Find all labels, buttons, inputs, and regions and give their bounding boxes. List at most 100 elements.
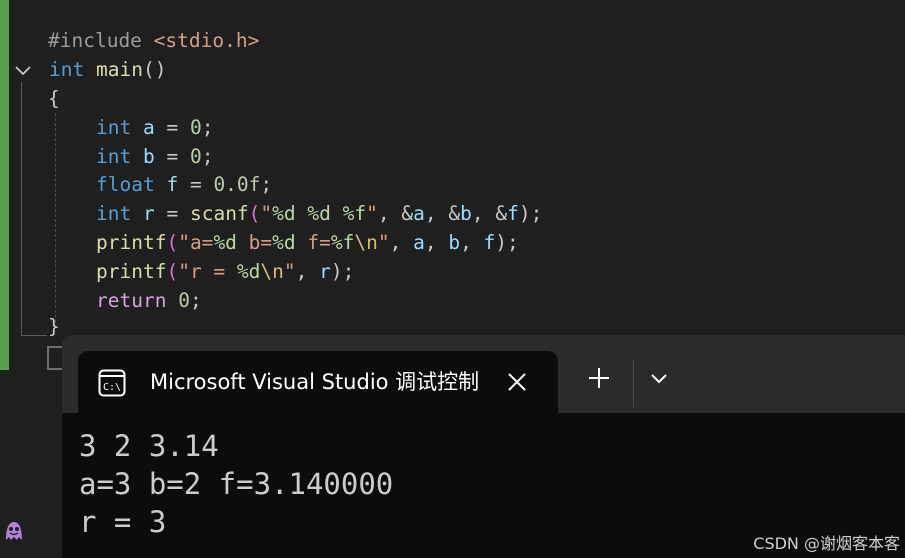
watermark: CSDN @谢烟客本客 [753,534,900,553]
paren: ( [166,231,179,254]
string-text [296,202,308,225]
variable: f [507,202,519,225]
include-header: <stdio.h> [153,29,260,52]
number-literal: 0 [178,289,190,312]
function-name: printf [96,260,167,283]
escape-sequence: \n [260,260,284,283]
close-icon[interactable] [506,371,528,393]
variable: r [142,202,155,225]
keyword: int [96,145,132,168]
semicolon: ; [201,116,214,139]
ghost-bot-icon[interactable] [0,514,28,546]
code-line-8: printf("a=%d b=%d f=%f\n", a, b, f); [96,228,519,257]
format-spec: %d [307,202,331,225]
operator: = [154,145,190,168]
code-line-3: { [48,84,60,113]
string-quote: " [366,202,378,225]
number-literal: 0 [189,116,202,139]
punctuation: , [389,231,414,254]
escape-sequence: \n [354,231,378,254]
variable: a [413,202,425,225]
format-spec: %d [236,260,261,283]
punctuation: ); [495,231,519,254]
string-text: b= [236,231,273,254]
punctuation: , [424,231,449,254]
operator: = [178,173,214,196]
semicolon: ; [201,145,214,168]
keyword: float [96,173,155,196]
tab-title: Microsoft Visual Studio 调试控制台 [150,370,480,394]
tab-debug-console[interactable]: C:\ Microsoft Visual Studio 调试控制台 [78,351,558,413]
debug-console-window[interactable]: C:\ Microsoft Visual Studio 调试控制台 3 2 3.… [62,335,905,558]
code-line-9: printf("r = %d\n", r); [96,257,354,286]
keyword: int [49,58,85,81]
preprocessor-directive: #include [48,29,154,52]
change-indicator-bar [0,0,9,370]
variable: a [413,231,425,254]
variable: b [448,231,461,254]
function-name: main [95,58,143,81]
punctuation: , & [377,202,414,225]
operator: = [154,202,190,225]
code-line-1: #include <stdio.h> [48,26,259,55]
punctuation: () [142,58,167,81]
punctuation: , [460,231,484,254]
fold-region-line [21,82,22,335]
format-spec: %f [342,202,367,225]
code-line-5: int b = 0; [96,142,213,171]
close-brace: } [48,315,60,338]
format-spec: %d [213,231,237,254]
punctuation: , [295,260,320,283]
svg-text:C:\: C:\ [103,382,121,393]
string-quote: " [260,202,273,225]
code-line-7: int r = scanf("%d %d %f", &a, &b, &f); [96,199,542,228]
format-spec: %d [272,202,296,225]
variable: b [460,202,472,225]
console-line-1: 3 2 3.14 [79,429,219,463]
function-name: scanf [189,202,249,225]
tab-separator [633,359,634,407]
punctuation: ); [330,260,355,283]
console-line-2: a=3 b=2 f=3.140000 [79,467,394,501]
string-text: "a= [178,231,214,254]
string-quote: " [377,231,390,254]
tab-strip: C:\ Microsoft Visual Studio 调试控制台 [62,335,905,413]
code-line-6: float f = 0.0f; [96,170,272,199]
variable: a [142,116,155,139]
format-spec: %f [330,231,355,254]
chevron-down-icon[interactable] [650,373,668,385]
function-name: printf [96,231,167,254]
keyword: return [96,289,167,312]
variable: b [142,145,155,168]
code-line-11: } [48,312,60,341]
plus-icon[interactable] [588,367,610,389]
string-text: f= [295,231,331,254]
code-line-2: int main() [49,55,166,84]
fold-region-end [21,335,47,336]
number-literal: 0 [189,145,202,168]
variable: f [166,173,179,196]
punctuation: , & [424,202,461,225]
variable: f [483,231,496,254]
punctuation: , & [471,202,508,225]
keyword: int [96,116,132,139]
variable: r [319,260,331,283]
semicolon: ; [260,173,273,196]
string-text: "r = [178,260,237,283]
string-text [331,202,343,225]
code-fragment-glyph [47,346,63,370]
indent-guide [55,113,56,328]
punctuation: ); [518,202,543,225]
code-line-4: int a = 0; [96,113,213,142]
chevron-down-icon[interactable] [13,60,33,80]
paren: ( [166,260,179,283]
string-quote: " [283,260,296,283]
open-brace: { [48,87,60,110]
console-line-3: r = 3 [79,505,167,539]
console-app-icon: C:\ [98,369,126,397]
